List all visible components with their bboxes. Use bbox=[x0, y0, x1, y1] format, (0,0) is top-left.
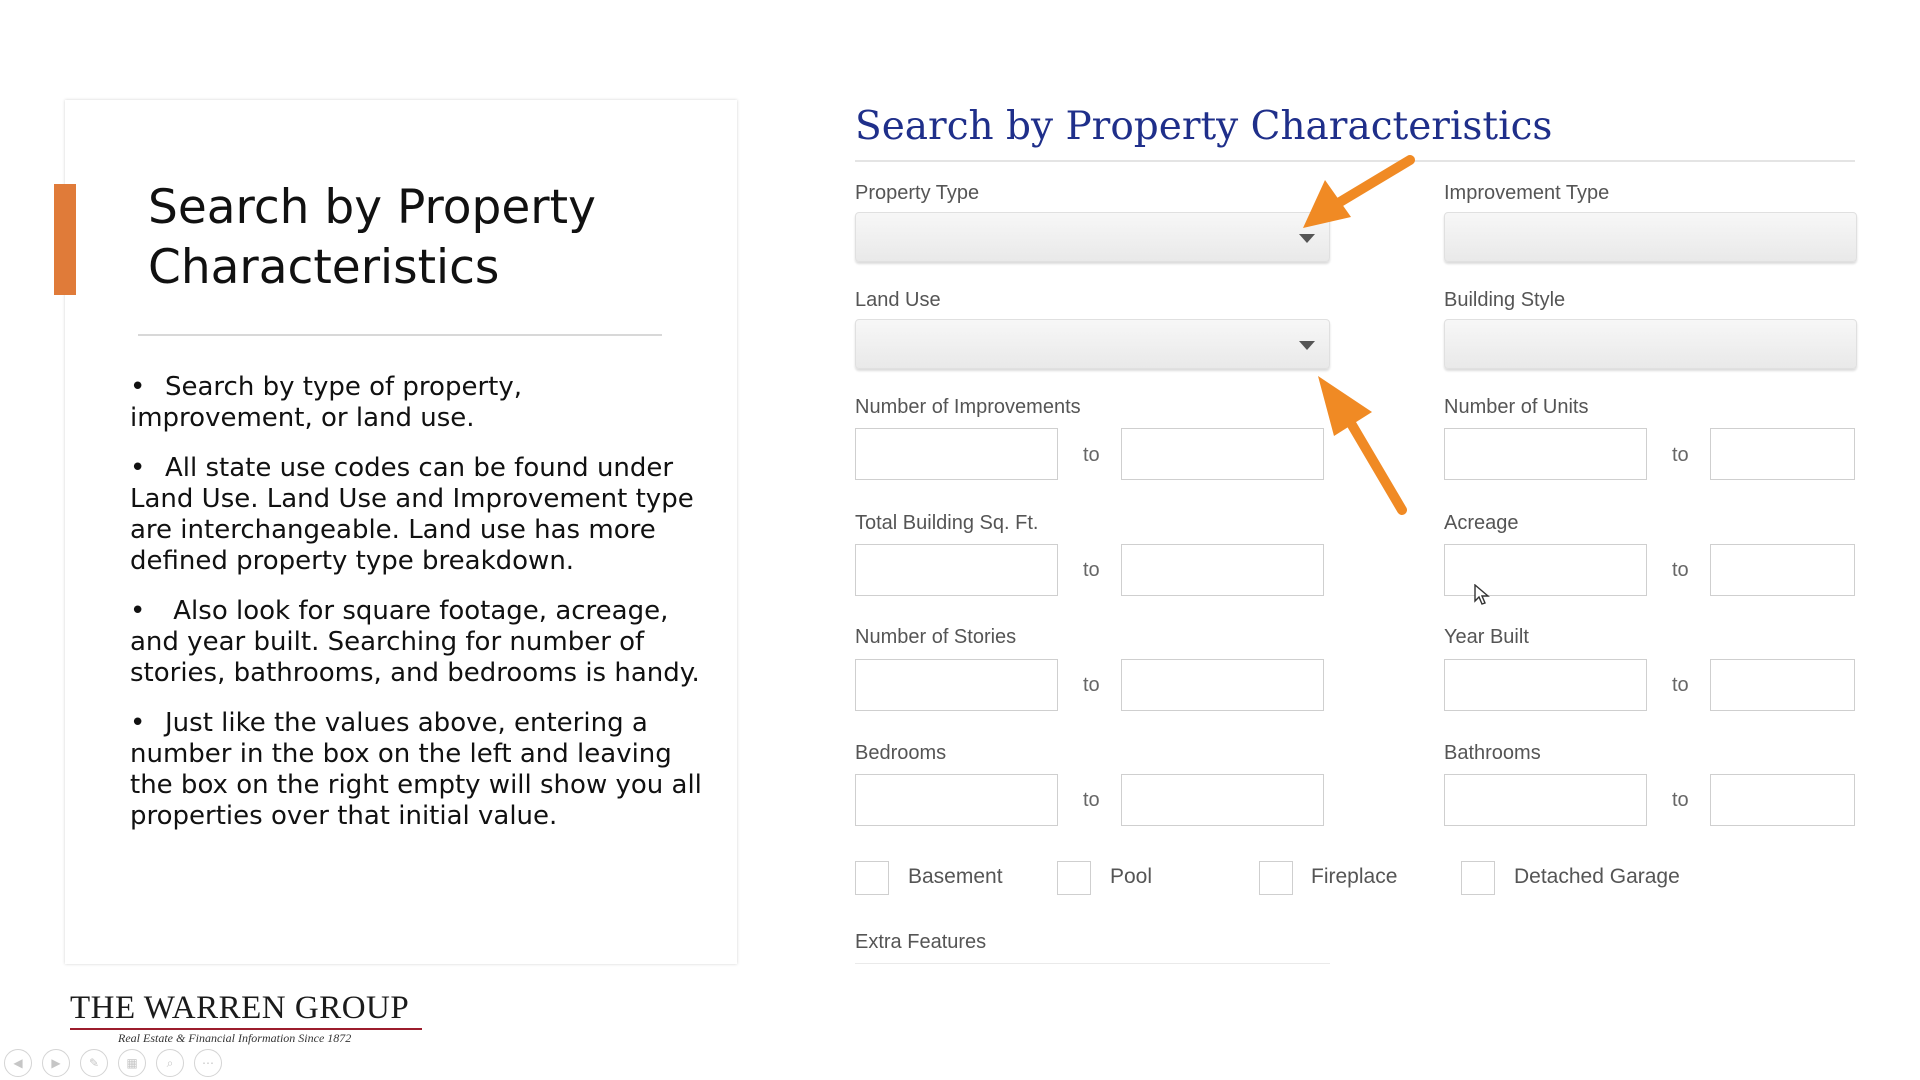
building-style-select[interactable] bbox=[1444, 319, 1857, 369]
zoom-icon[interactable]: ⌕ bbox=[156, 1049, 184, 1077]
chevron-down-icon bbox=[1299, 341, 1315, 350]
acreage-max-input[interactable] bbox=[1710, 544, 1855, 596]
bathrooms-label: Bathrooms bbox=[1444, 742, 1541, 764]
presentation-toolbar: ◀ ▶ ✎ ▦ ⌕ ⋯ bbox=[4, 1049, 222, 1077]
bedrooms-max-input[interactable] bbox=[1121, 774, 1324, 826]
units-max-input[interactable] bbox=[1710, 428, 1855, 480]
improvements-max-input[interactable] bbox=[1121, 428, 1324, 480]
range-to-label: to bbox=[1672, 559, 1689, 581]
slide-card: Search by Property Characteristics • Sear… bbox=[54, 100, 737, 964]
improvement-type-select[interactable] bbox=[1444, 212, 1857, 262]
logo-tagline: Real Estate & Financial Information Sinc… bbox=[118, 1031, 352, 1045]
form-title: Search by Property Characteristics bbox=[855, 104, 1553, 149]
bullet-list: • Search by type of property, improvement… bbox=[130, 372, 710, 851]
basement-checkbox-label: Basement bbox=[908, 865, 1003, 888]
land-use-select[interactable] bbox=[855, 319, 1330, 369]
number-of-improvements-label: Number of Improvements bbox=[855, 396, 1081, 418]
mouse-pointer-icon bbox=[1474, 584, 1490, 605]
range-to-label: to bbox=[1083, 444, 1100, 466]
basement-checkbox[interactable] bbox=[855, 861, 889, 895]
pool-checkbox-label: Pool bbox=[1110, 865, 1153, 888]
property-type-select[interactable] bbox=[855, 212, 1330, 262]
sqft-max-input[interactable] bbox=[1121, 544, 1324, 596]
range-to-label: to bbox=[1672, 789, 1689, 811]
slide-title: Search by Property Characteristics bbox=[148, 180, 596, 295]
extra-features-divider bbox=[855, 963, 1330, 964]
next-icon[interactable]: ▶ bbox=[42, 1049, 70, 1077]
range-to-label: to bbox=[1672, 674, 1689, 696]
stories-min-input[interactable] bbox=[855, 659, 1058, 711]
logo-name: THE WARREN GROUP bbox=[70, 990, 410, 1026]
range-to-label: to bbox=[1083, 789, 1100, 811]
land-use-label: Land Use bbox=[855, 289, 941, 311]
fireplace-checkbox-label: Fireplace bbox=[1311, 865, 1398, 888]
warren-group-logo: THE WARREN GROUP Real Estate & Financial… bbox=[70, 990, 422, 1046]
bedrooms-min-input[interactable] bbox=[855, 774, 1058, 826]
improvement-type-label: Improvement Type bbox=[1444, 182, 1610, 204]
sqft-min-input[interactable] bbox=[855, 544, 1058, 596]
bedrooms-label: Bedrooms bbox=[855, 742, 947, 764]
extra-features-label: Extra Features bbox=[855, 931, 987, 953]
pen-icon[interactable]: ✎ bbox=[80, 1049, 108, 1077]
year-built-label: Year Built bbox=[1444, 626, 1529, 648]
range-to-label: to bbox=[1083, 559, 1100, 581]
range-to-label: to bbox=[1083, 674, 1100, 696]
year-built-min-input[interactable] bbox=[1444, 659, 1647, 711]
acreage-label: Acreage bbox=[1444, 512, 1519, 534]
units-min-input[interactable] bbox=[1444, 428, 1647, 480]
number-of-units-label: Number of Units bbox=[1444, 396, 1589, 418]
annotation-arrow-icon bbox=[1318, 376, 1407, 515]
property-type-label: Property Type bbox=[855, 182, 980, 204]
bullet-item: • Just like the values above, entering a … bbox=[130, 708, 702, 831]
bullet-item: • All state use codes can be found under … bbox=[130, 453, 694, 576]
building-style-label: Building Style bbox=[1444, 289, 1566, 311]
detached-garage-checkbox[interactable] bbox=[1461, 861, 1495, 895]
title-divider bbox=[138, 334, 662, 336]
previous-icon[interactable]: ◀ bbox=[4, 1049, 32, 1077]
slides-icon[interactable]: ▦ bbox=[118, 1049, 146, 1077]
pool-checkbox[interactable] bbox=[1057, 861, 1091, 895]
total-building-sqft-label: Total Building Sq. Ft. bbox=[855, 512, 1039, 534]
chevron-down-icon bbox=[1299, 234, 1315, 243]
title-accent-bar bbox=[54, 184, 76, 295]
stories-max-input[interactable] bbox=[1121, 659, 1324, 711]
logo-underline bbox=[70, 1028, 422, 1030]
bathrooms-max-input[interactable] bbox=[1710, 774, 1855, 826]
bathrooms-min-input[interactable] bbox=[1444, 774, 1647, 826]
detached-garage-checkbox-label: Detached Garage bbox=[1514, 865, 1680, 888]
year-built-max-input[interactable] bbox=[1710, 659, 1855, 711]
annotation-arrow-icon bbox=[1303, 155, 1415, 228]
number-of-stories-label: Number of Stories bbox=[855, 626, 1017, 648]
improvements-min-input[interactable] bbox=[855, 428, 1058, 480]
bullet-item: • Search by type of property, improvement… bbox=[130, 372, 522, 433]
fireplace-checkbox[interactable] bbox=[1259, 861, 1293, 895]
range-to-label: to bbox=[1672, 444, 1689, 466]
bullet-item: • Also look for square footage, acreage,… bbox=[130, 596, 700, 688]
more-icon[interactable]: ⋯ bbox=[194, 1049, 222, 1077]
